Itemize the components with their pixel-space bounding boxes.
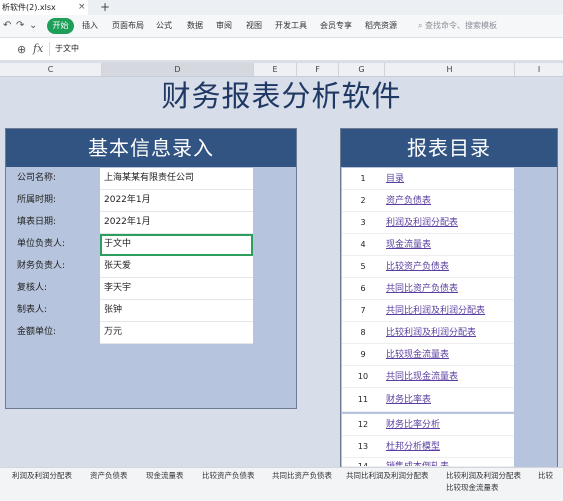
index-link-balance-sheet[interactable]: 资产负债表: [384, 190, 514, 212]
sheet-tab[interactable]: 现金流量表: [146, 470, 184, 482]
index-link-contents[interactable]: 目录: [384, 168, 514, 190]
fill-date-cell[interactable]: 2022年1月: [100, 212, 253, 234]
amount-unit-cell[interactable]: 万元: [100, 322, 253, 344]
fill-date-label: 填表日期:: [17, 217, 57, 227]
index-number: 3: [342, 212, 384, 234]
index-number: 10: [342, 366, 384, 388]
preparer-cell[interactable]: 张钟: [100, 300, 253, 322]
more-icon[interactable]: ⌄: [29, 20, 37, 31]
report-index-title: 报表目录: [341, 129, 557, 167]
column-header-e[interactable]: E: [254, 63, 297, 76]
formula-bar: [0, 38, 563, 61]
sheet-tab[interactable]: 比较: [538, 470, 553, 482]
column-header-g[interactable]: G: [339, 63, 385, 76]
zoom-icon[interactable]: ⊕: [17, 43, 26, 56]
reviewer-label: 复核人:: [17, 283, 48, 293]
sheet-tab[interactable]: 利润及利润分配表: [12, 470, 72, 482]
index-number: 9: [342, 344, 384, 366]
file-tab[interactable]: 析软件(2).xlsx: [0, 0, 88, 15]
redo-icon[interactable]: ↷: [16, 20, 24, 31]
unit-head-cell[interactable]: 于文中: [100, 234, 253, 256]
index-number: 6: [342, 278, 384, 300]
column-header-c[interactable]: C: [0, 63, 102, 76]
index-link-comparative-cash-flow[interactable]: 比较现金流量表: [384, 344, 514, 366]
menu-docer[interactable]: 稻壳资源: [365, 18, 397, 34]
column-header-d[interactable]: D: [102, 63, 254, 76]
sheet-tab[interactable]: 共同比资产负债表: [272, 470, 332, 482]
company-name-cell[interactable]: 上海某某有限责任公司: [100, 168, 253, 190]
period-label: 所属时期:: [17, 195, 57, 205]
page-title: 财务报表分析软件: [161, 79, 402, 113]
index-link-cash-flow[interactable]: 现金流量表: [384, 234, 514, 256]
menu-developer[interactable]: 开发工具: [275, 18, 307, 34]
menu-view[interactable]: 视图: [246, 18, 262, 34]
index-link-profit-distribution[interactable]: 利润及利润分配表: [384, 212, 514, 234]
sheet-tab[interactable]: 比较现金流量表: [446, 482, 499, 494]
search-placeholder: 查找命令、搜索模板: [425, 21, 498, 30]
divider: [49, 42, 50, 56]
index-number: 12: [342, 414, 384, 436]
close-icon[interactable]: ×: [78, 0, 86, 15]
menu-page-layout[interactable]: 页面布局: [112, 18, 144, 34]
company-name-label: 公司名称:: [17, 173, 57, 183]
menu-insert[interactable]: 插入: [82, 18, 98, 34]
reviewer-cell[interactable]: 李天宇: [100, 278, 253, 300]
new-tab-icon[interactable]: +: [100, 0, 110, 14]
index-link-common-size-balance[interactable]: 共同比资产负债表: [384, 278, 514, 300]
index-number: 13: [342, 436, 384, 458]
sheet-tab[interactable]: 比较资产负债表: [202, 470, 255, 482]
column-header-f[interactable]: F: [297, 63, 339, 76]
sheet-tab[interactable]: 比较利润及利润分配表: [446, 470, 521, 482]
menu-review[interactable]: 审阅: [216, 18, 232, 34]
period-cell[interactable]: 2022年1月: [100, 190, 253, 212]
column-header-h[interactable]: H: [385, 63, 515, 76]
index-link-comparative-profit[interactable]: 比较利润及利润分配表: [384, 322, 514, 344]
menu-start[interactable]: 开始: [47, 18, 74, 34]
undo-icon[interactable]: ↶: [3, 20, 11, 31]
index-number: 5: [342, 256, 384, 278]
index-link-financial-ratio-table[interactable]: 财务比率表: [384, 388, 514, 412]
index-link-cost-of-sales[interactable]: 销售成本倒轧表: [384, 458, 514, 467]
menu-formula[interactable]: 公式: [156, 18, 172, 34]
unit-head-label: 单位负责人:: [17, 239, 66, 249]
menu-member[interactable]: 会员专享: [320, 18, 352, 34]
index-link-common-size-profit[interactable]: 共同比利润及利润分配表: [384, 300, 514, 322]
finance-head-cell[interactable]: 张天爱: [100, 256, 253, 278]
index-number: 7: [342, 300, 384, 322]
column-header-i[interactable]: I: [515, 63, 563, 76]
index-number: 2: [342, 190, 384, 212]
index-link-common-size-cash-flow[interactable]: 共同比现金流量表: [384, 366, 514, 388]
preparer-label: 制表人:: [17, 305, 48, 315]
index-link-comparative-balance[interactable]: 比较资产负债表: [384, 256, 514, 278]
fx-icon[interactable]: fx: [33, 42, 43, 55]
index-link-dupont[interactable]: 杜邦分析模型: [384, 436, 514, 458]
index-number: 4: [342, 234, 384, 256]
command-search[interactable]: ⌕ 查找命令、搜索模板: [418, 18, 558, 34]
finance-head-label: 财务负责人:: [17, 261, 66, 271]
index-number: 8: [342, 322, 384, 344]
menu-data[interactable]: 数据: [187, 18, 203, 34]
index-number: 1: [342, 168, 384, 190]
sheet-tab[interactable]: 资产负债表: [90, 470, 128, 482]
index-number: 14: [342, 458, 384, 467]
index-link-ratio-analysis[interactable]: 财务比率分析: [384, 414, 514, 436]
index-number: 11: [342, 388, 384, 412]
basic-info-title: 基本信息录入: [6, 129, 296, 167]
sheet-tab[interactable]: 共同比利润及利润分配表: [346, 470, 429, 482]
formula-input[interactable]: 于文中: [55, 42, 79, 56]
amount-unit-label: 金额单位:: [17, 327, 57, 337]
search-icon: ⌕: [418, 21, 423, 30]
